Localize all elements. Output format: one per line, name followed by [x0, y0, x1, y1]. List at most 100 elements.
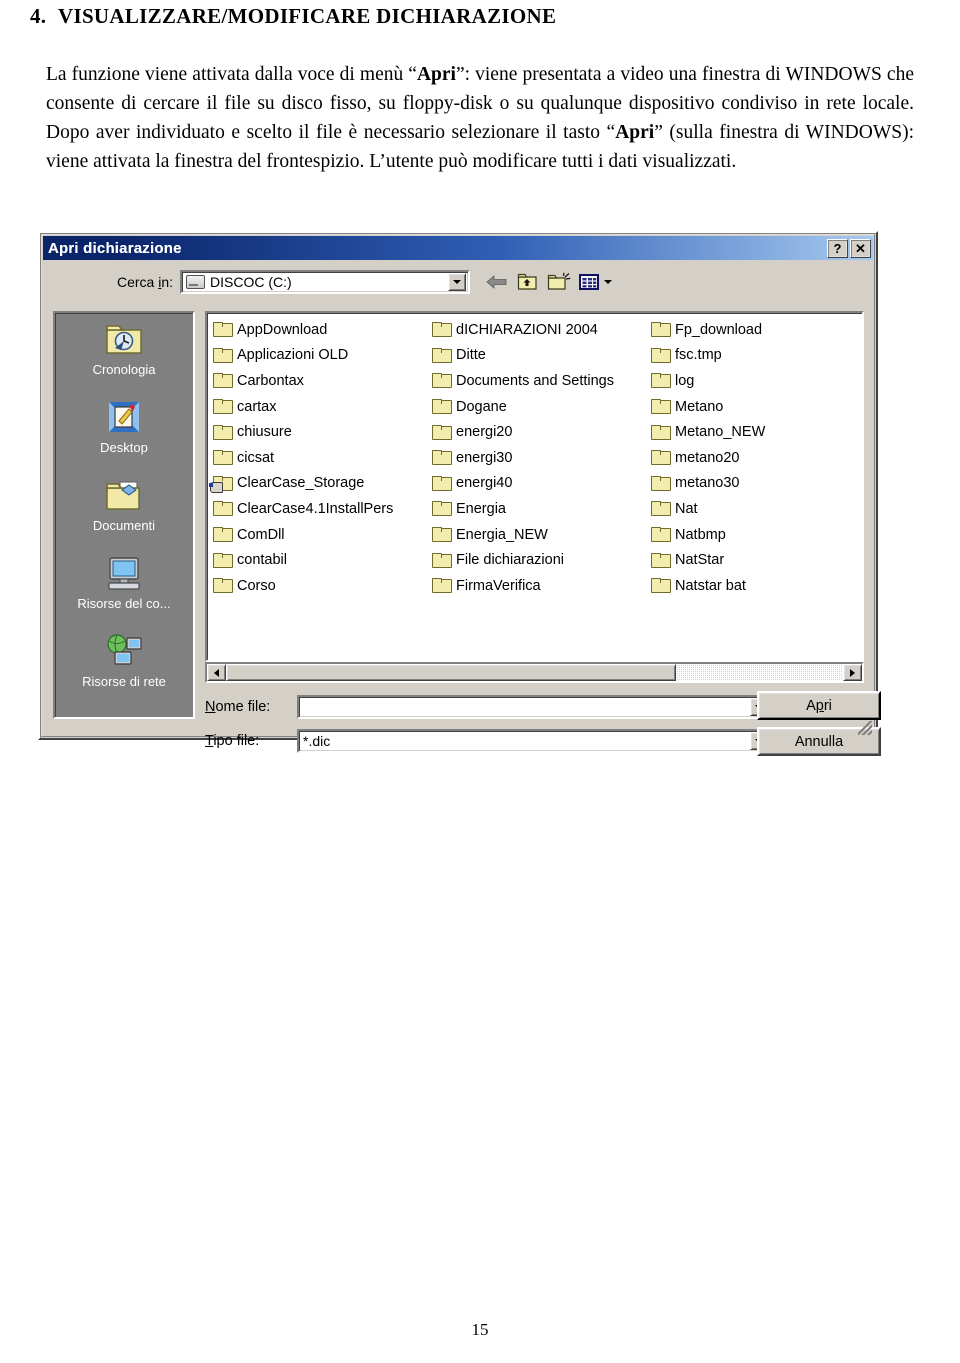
- file-list-item[interactable]: energi20: [430, 419, 649, 445]
- folder-icon: [432, 322, 452, 338]
- file-list-item-label: Fp_download: [675, 321, 763, 338]
- folder-icon: [432, 527, 452, 543]
- folder-icon: [651, 399, 671, 415]
- file-list-item[interactable]: File dichiarazioni: [430, 547, 649, 573]
- sidebar-item-label: Cronologia: [92, 362, 156, 377]
- file-list-item[interactable]: Fp_download: [649, 317, 862, 343]
- folder-icon: [213, 322, 233, 338]
- file-list-item[interactable]: Carbontax: [211, 368, 430, 394]
- file-list-item[interactable]: Dogane: [430, 394, 649, 420]
- file-list-item[interactable]: Nat: [649, 496, 862, 522]
- file-list-item-label: NatStar: [675, 552, 725, 569]
- file-list-item-label: Metano: [675, 398, 724, 415]
- file-list-item[interactable]: metano30: [649, 471, 862, 497]
- sidebar-item-cronologia[interactable]: Cronologia: [55, 317, 193, 395]
- file-list-item[interactable]: ClearCase_Storage: [209, 471, 430, 497]
- file-list-item[interactable]: AppDownload: [211, 317, 430, 343]
- file-list-item[interactable]: Documents and Settings: [430, 368, 649, 394]
- file-list-item[interactable]: NatStar: [649, 547, 862, 573]
- paragraph-bold-apri-2: Apri: [615, 122, 655, 143]
- new-folder-icon[interactable]: [546, 270, 572, 294]
- help-button[interactable]: ?: [827, 238, 848, 258]
- body-paragraph: La funzione viene attivata dalla voce di…: [46, 60, 914, 176]
- file-list-item[interactable]: Natbmp: [649, 522, 862, 548]
- folder-icon: [213, 347, 233, 363]
- file-list-item[interactable]: Energia_NEW: [430, 522, 649, 548]
- file-type-combobox[interactable]: *.dic: [297, 729, 772, 753]
- file-list-item[interactable]: dICHIARAZIONI 2004: [430, 317, 649, 343]
- file-type-value[interactable]: *.dic: [299, 733, 750, 749]
- open-file-dialog: Apri dichiarazione ? ✕ Cerca in: DISCOC …: [38, 231, 881, 756]
- file-list-item-label: Carbontax: [237, 372, 304, 389]
- file-list-item[interactable]: contabil: [211, 547, 430, 573]
- up-one-level-icon[interactable]: [515, 270, 541, 294]
- drive-icon: [186, 275, 206, 289]
- views-menu-icon[interactable]: [577, 270, 613, 294]
- lookin-combobox[interactable]: DISCOC (C:): [180, 270, 471, 294]
- scrollbar-thumb[interactable]: [226, 664, 677, 681]
- folder-icon: [213, 450, 233, 466]
- paragraph-part-1: La funzione viene attivata dalla voce di…: [46, 64, 417, 85]
- file-list-item-label: Dogane: [456, 398, 507, 415]
- folder-icon: [432, 373, 452, 389]
- file-list-item[interactable]: Ditte: [430, 343, 649, 369]
- scroll-left-icon[interactable]: [207, 664, 226, 681]
- lookin-label-pre: Cerca: [117, 274, 159, 290]
- file-list-item[interactable]: chiusure: [211, 419, 430, 445]
- scrollbar-track[interactable]: [226, 664, 843, 681]
- dialog-titlebar[interactable]: Apri dichiarazione ? ✕: [43, 236, 873, 260]
- heading-number: 4.: [30, 4, 47, 28]
- lookin-label-post: n:: [161, 274, 174, 290]
- lookin-value: DISCOC (C:): [210, 274, 292, 290]
- file-list-item[interactable]: fsc.tmp: [649, 343, 862, 369]
- file-list-item[interactable]: energi40: [430, 471, 649, 497]
- back-arrow-icon[interactable]: [484, 270, 510, 294]
- file-list-item[interactable]: metano20: [649, 445, 862, 471]
- file-list-item[interactable]: Natstar bat: [649, 573, 862, 599]
- scroll-right-icon[interactable]: [843, 664, 862, 681]
- file-list-item[interactable]: Applicazioni OLD: [211, 343, 430, 369]
- file-name-combobox[interactable]: [297, 695, 772, 719]
- file-list-item-label: cicsat: [237, 449, 275, 466]
- folder-icon: [651, 475, 671, 491]
- file-name-row: Nome file:: [205, 694, 772, 720]
- sidebar-item-risorse-del-computer[interactable]: Risorse del co...: [55, 551, 193, 629]
- file-list-item[interactable]: cicsat: [211, 445, 430, 471]
- file-list-item[interactable]: cartax: [211, 394, 430, 420]
- open-button[interactable]: Ap ri: [757, 691, 881, 720]
- sidebar-item-documenti[interactable]: Documenti: [55, 473, 193, 551]
- file-list-item[interactable]: log: [649, 368, 862, 394]
- file-list-item[interactable]: FirmaVerifica: [430, 573, 649, 599]
- heading-text: VISUALIZZARE/MODIFICARE DICHIARAZIONE: [58, 4, 557, 28]
- folder-icon: [432, 347, 452, 363]
- file-list-item-label: ComDll: [237, 526, 285, 543]
- folder-icon: [651, 501, 671, 517]
- file-list-item-label: Natbmp: [675, 526, 726, 543]
- sidebar-item-desktop[interactable]: Desktop: [55, 395, 193, 473]
- file-list-item[interactable]: Metano_NEW: [649, 419, 862, 445]
- file-list[interactable]: AppDownload Applicazioni OLD Carbontax cart…: [205, 311, 864, 662]
- folder-icon: [651, 578, 671, 594]
- file-list-item[interactable]: ComDll: [211, 522, 430, 548]
- file-list-item-label: ClearCase4.1InstallPers: [237, 500, 394, 517]
- file-list-item-label: cartax: [237, 398, 277, 415]
- places-bar: Cronologia Desktop Documenti Risorse del…: [53, 311, 195, 719]
- file-list-item-label: metano30: [675, 475, 740, 492]
- file-list-item[interactable]: Corso: [211, 573, 430, 599]
- horizontal-scrollbar[interactable]: [205, 662, 864, 683]
- network-icon: [103, 632, 145, 672]
- file-list-item[interactable]: Energia: [430, 496, 649, 522]
- my-computer-icon: [103, 554, 145, 594]
- chevron-down-icon[interactable]: [448, 273, 467, 291]
- close-icon[interactable]: ✕: [850, 238, 871, 258]
- sidebar-item-risorse-di-rete[interactable]: Risorse di rete: [55, 629, 193, 707]
- file-list-item[interactable]: energi30: [430, 445, 649, 471]
- file-list-item-label: Energia: [456, 500, 506, 517]
- file-name-label: Nome file:: [205, 699, 297, 715]
- file-list-item[interactable]: Metano: [649, 394, 862, 420]
- file-list-item-label: ClearCase_Storage: [237, 475, 365, 492]
- file-name-label-post: ome file:: [215, 699, 271, 715]
- file-list-item[interactable]: ClearCase4.1InstallPers: [211, 496, 430, 522]
- folder-icon: [432, 450, 452, 466]
- resize-grip[interactable]: [858, 721, 872, 735]
